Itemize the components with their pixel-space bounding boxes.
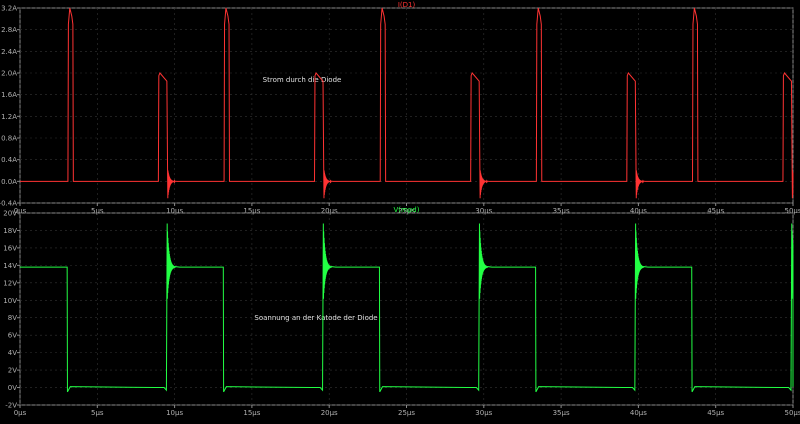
y-tick-label: 2.8A (1, 26, 17, 34)
x-tick-label: 45µs (707, 409, 724, 417)
y-tick-label: 2V (8, 367, 17, 375)
plot-annotation: Soannung an der Katode der Diode (254, 314, 377, 322)
y-tick-label: 8V (8, 314, 17, 322)
y-tick-label: 10V (3, 297, 17, 305)
x-tick-label: 10µs (166, 409, 183, 417)
x-tick-label: 35µs (553, 409, 570, 417)
y-tick-label: 6V (8, 332, 17, 340)
y-tick-label: 16V (3, 244, 17, 252)
x-tick-label: 30µs (475, 409, 492, 417)
y-tick-label: 0.8A (1, 135, 17, 143)
x-tick-label: 0µs (14, 409, 27, 417)
y-tick-label: 4V (8, 349, 17, 357)
series-title: I(D1) (398, 1, 416, 9)
x-tick-label: 50µs (784, 409, 800, 417)
y-tick-label: 1.6A (1, 91, 17, 99)
y-tick-label: 1.2A (1, 113, 17, 121)
y-tick-label: 2.0A (1, 70, 17, 78)
y-tick-label: 20V (3, 210, 17, 218)
waveform-plot: 3.2A2.8A2.4A2.0A1.6A1.2A0.8A0.4A0.0A-0.4… (0, 1, 800, 417)
x-tick-label: 25µs (398, 409, 415, 417)
x-tick-label: 20µs (321, 409, 338, 417)
y-tick-label: 0V (8, 384, 17, 392)
current-panel: 3.2A2.8A2.4A2.0A1.6A1.2A0.8A0.4A0.0A-0.4… (0, 1, 800, 215)
y-tick-label: 0.4A (1, 156, 17, 164)
y-tick-label: 3.2A (1, 5, 17, 13)
x-tick-label: 15µs (243, 409, 260, 417)
series-title: V(mpd) (394, 206, 420, 214)
x-tick-label: 50µs (784, 207, 800, 215)
y-tick-label: 18V (3, 227, 17, 235)
x-tick-label: 5µs (91, 409, 104, 417)
x-tick-label: 40µs (630, 409, 647, 417)
y-tick-label: 14V (3, 262, 17, 270)
plot-annotation: Strom durch die Diode (263, 76, 342, 84)
y-tick-label: 2.4A (1, 48, 17, 56)
y-tick-label: 12V (3, 279, 17, 287)
y-tick-label: 0.0A (1, 178, 17, 186)
voltage-panel: 20V18V16V14V12V10V8V6V4V2V0V-2V0µs 5µs 10µ… (3, 206, 800, 417)
